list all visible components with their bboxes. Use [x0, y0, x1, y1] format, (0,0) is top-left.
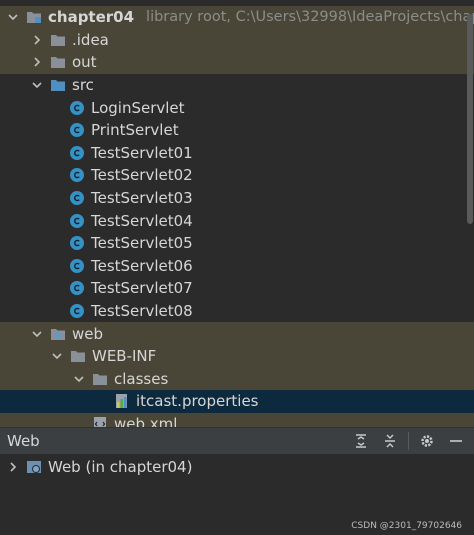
tree-row[interactable]: out [0, 51, 474, 74]
tree-row[interactable]: web [0, 322, 474, 345]
chevron-down-icon[interactable] [30, 327, 44, 341]
tree-item-label: TestServlet02 [91, 166, 193, 185]
web-facet-label: Web (in chapter04) [48, 458, 193, 476]
tree-row[interactable]: WEB-INF [0, 345, 474, 368]
tree-row[interactable]: src [0, 74, 474, 97]
tree-row[interactable]: TestServlet05 [0, 232, 474, 255]
folder-icon [70, 348, 86, 364]
chevron-down-icon[interactable] [50, 349, 64, 363]
folder-icon [50, 32, 66, 48]
panel-title: Web [7, 432, 40, 450]
properties-file-icon [114, 393, 130, 409]
gear-icon[interactable] [416, 430, 438, 452]
class-icon [70, 304, 84, 319]
tree-row[interactable]: .idea [0, 28, 474, 52]
tree-item-label: web.xml [114, 415, 178, 427]
tree-row[interactable]: TestServlet01 [0, 142, 474, 165]
web-folder-icon [50, 326, 66, 342]
xml-file-icon [92, 416, 108, 427]
tree-row[interactable]: TestServlet02 [0, 164, 474, 187]
class-icon [70, 123, 84, 138]
panel-toolbar [350, 430, 474, 452]
tree-row[interactable]: TestServlet04 [0, 209, 474, 232]
tree-row[interactable]: TestServlet03 [0, 187, 474, 210]
class-icon [70, 191, 84, 206]
class-icon [70, 145, 84, 160]
tree-row[interactable]: TestServlet08 [0, 300, 474, 323]
tree-row[interactable]: web.xml [0, 412, 474, 427]
tree-item-label: out [72, 53, 97, 72]
tree-item-label: TestServlet03 [91, 189, 193, 208]
tree-item-label: LoginServlet [91, 98, 185, 117]
tree-row[interactable]: TestServlet07 [0, 277, 474, 300]
tree-item-label: src [72, 76, 94, 95]
tree-row[interactable]: classes [0, 367, 474, 391]
chevron-right-icon[interactable] [30, 55, 44, 69]
tree-item-label: TestServlet04 [91, 211, 193, 230]
chevron-right-icon[interactable] [30, 33, 44, 47]
tree-item-label: TestServlet05 [91, 234, 193, 253]
tree-item-label: .idea [72, 30, 109, 49]
tree-item-label: TestServlet08 [91, 302, 193, 321]
tree-item-label: classes [114, 369, 169, 388]
tree-item-label: TestServlet06 [91, 256, 193, 275]
class-icon [70, 281, 84, 296]
chevron-right-icon[interactable] [6, 460, 20, 474]
chevron-down-icon[interactable] [6, 10, 20, 24]
tree-row[interactable]: TestServlet06 [0, 255, 474, 278]
expand-all-icon[interactable] [350, 430, 372, 452]
tree-item-label: TestServlet01 [91, 143, 193, 162]
tree-row[interactable]: LoginServlet [0, 96, 474, 119]
scrollbar-thumb[interactable] [467, 14, 473, 224]
tree-item-label: web [72, 324, 104, 343]
web-facet-icon [26, 459, 42, 475]
tree-item-label: itcast.properties [136, 392, 259, 411]
source-folder-icon [50, 77, 66, 93]
project-tree[interactable]: chapter04 library root, C:\Users\32998\I… [0, 6, 474, 427]
tree-item-label: WEB-INF [92, 347, 157, 366]
web-facet-row[interactable]: Web (in chapter04) [0, 456, 474, 478]
chevron-down-icon[interactable] [30, 78, 44, 92]
tree-item-label: TestServlet07 [91, 279, 193, 298]
class-icon [70, 213, 84, 228]
module-folder-icon [26, 9, 42, 25]
class-icon [70, 258, 84, 273]
class-icon [70, 168, 84, 183]
tree-row[interactable]: itcast.properties [0, 390, 474, 413]
root-name: chapter04 [48, 8, 135, 27]
folder-icon [92, 371, 108, 387]
tree-row[interactable]: PrintServlet [0, 119, 474, 142]
web-panel-body: Web (in chapter04) CSDN @2301_79702646 [0, 454, 474, 535]
folder-icon [50, 54, 66, 70]
minimize-icon[interactable] [445, 430, 467, 452]
class-icon [70, 100, 84, 115]
web-panel-header: Web [0, 427, 474, 454]
toolbar-separator [408, 432, 409, 450]
chevron-down-icon[interactable] [72, 372, 86, 386]
tree-item-label: PrintServlet [91, 121, 179, 140]
class-icon [70, 236, 84, 251]
collapse-all-icon[interactable] [379, 430, 401, 452]
tree-row-root[interactable]: chapter04 library root, C:\Users\32998\I… [0, 6, 474, 29]
watermark: CSDN @2301_79702646 [351, 521, 462, 531]
root-hint: library root, C:\Users\32998\IdeaProject… [146, 9, 474, 26]
